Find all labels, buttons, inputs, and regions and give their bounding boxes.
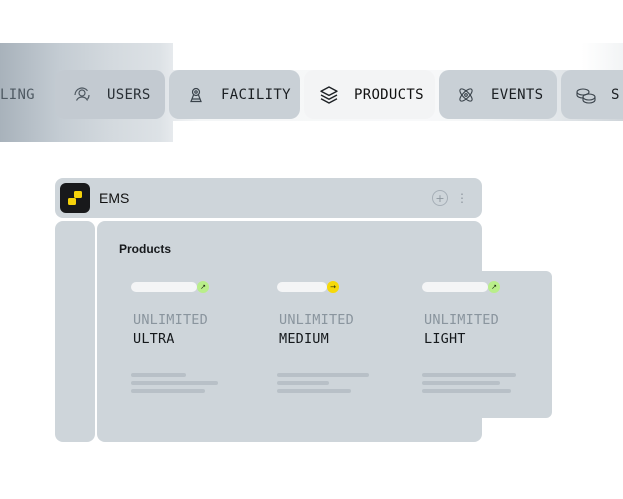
coins-icon — [575, 84, 597, 106]
facility-icon — [185, 84, 207, 106]
tab-products[interactable]: PRODUCTS — [304, 70, 435, 119]
placeholder-line — [422, 381, 500, 385]
tab-label: USERS — [107, 86, 151, 103]
section-title: Products — [119, 242, 172, 256]
app-title: EMS — [99, 190, 130, 206]
side-rail — [55, 221, 95, 442]
placeholder-line — [277, 381, 329, 385]
add-button[interactable]: + — [432, 190, 448, 206]
arrow-right-icon: → — [327, 281, 339, 293]
placeholder-line — [422, 373, 516, 377]
tab-label: S — [611, 86, 620, 103]
placeholder-bar — [131, 282, 197, 292]
tab-label: PRODUCTS — [354, 86, 424, 103]
app-header: EMS + ⋮ — [55, 178, 482, 218]
tab-facility[interactable]: FACILITY — [169, 70, 300, 119]
tab-label: EVENTS — [491, 86, 544, 103]
tab-users[interactable]: USERS — [55, 70, 165, 119]
ems-logo — [60, 183, 90, 213]
plan-name: ULTRA — [133, 331, 175, 347]
placeholder-line — [131, 373, 186, 377]
plan-kind: UNLIMITED — [424, 312, 499, 328]
placeholder-line — [131, 389, 205, 393]
placeholder-bar — [277, 282, 327, 292]
arrow-up-right-icon: ↗ — [197, 281, 209, 293]
more-options-icon[interactable]: ⋮ — [456, 192, 468, 204]
atom-icon — [455, 84, 477, 106]
plan-name: MEDIUM — [279, 331, 329, 347]
placeholder-line — [277, 389, 351, 393]
tab-label: LING — [0, 86, 35, 103]
tab-strip-fade — [173, 121, 623, 142]
tab-events[interactable]: EVENTS — [439, 70, 557, 119]
users-icon — [71, 84, 93, 106]
layers-icon — [318, 84, 340, 106]
plan-kind: UNLIMITED — [279, 312, 354, 328]
placeholder-bar — [422, 282, 488, 292]
overflow-panel — [470, 271, 552, 418]
plan-kind: UNLIMITED — [133, 312, 208, 328]
plan-name: LIGHT — [424, 331, 466, 347]
arrow-up-right-icon: ↗ — [488, 281, 500, 293]
tab-strip-fade — [540, 43, 623, 70]
tab-label: FACILITY — [221, 86, 291, 103]
placeholder-line — [422, 389, 511, 393]
tab-settings[interactable]: S — [561, 70, 623, 119]
tab-billing[interactable]: LING — [0, 70, 48, 119]
header-actions: + ⋮ — [432, 190, 468, 206]
placeholder-line — [131, 381, 218, 385]
placeholder-line — [277, 373, 369, 377]
